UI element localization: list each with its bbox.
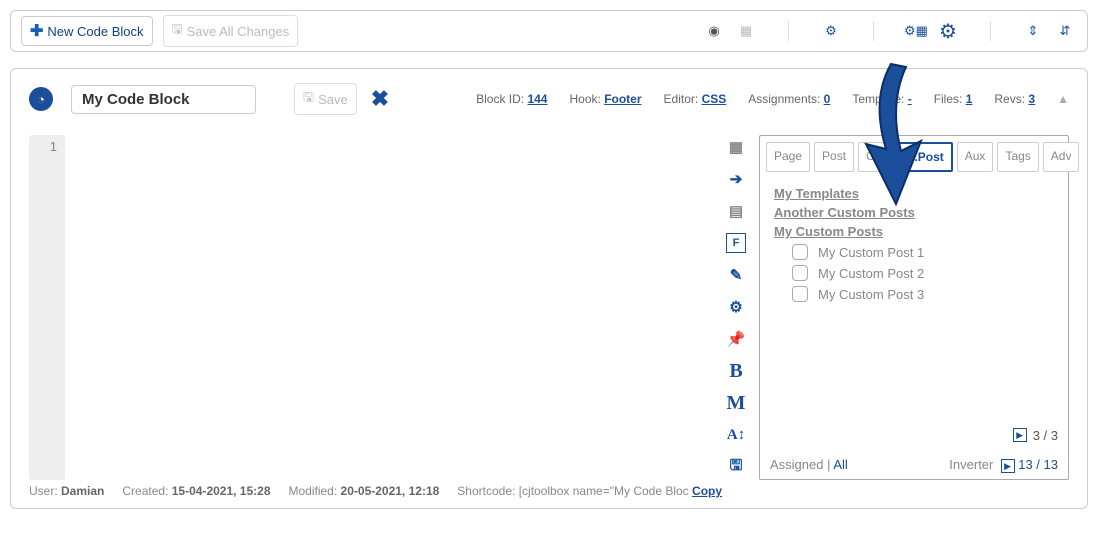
template-link[interactable]: -	[908, 92, 912, 106]
tab-aux[interactable]: Aux	[957, 142, 994, 172]
files-link[interactable]: 1	[966, 92, 973, 106]
revs-link[interactable]: 3	[1028, 92, 1035, 106]
main-toolbar: ✚New Code Block 🖫 Save All Changes ◉▦ ⚙ …	[10, 10, 1088, 52]
minify-icon[interactable]: M	[726, 393, 746, 413]
arrow-right-icon[interactable]: ➔	[726, 169, 746, 189]
template-label: Template: -	[852, 92, 911, 106]
gear-stack-icon[interactable]: ⚙	[819, 19, 843, 43]
font-size-icon[interactable]: A↕	[726, 425, 746, 445]
tab-cpost[interactable]: C.Post	[897, 142, 953, 172]
group-another-custom-posts[interactable]: Another Custom Posts	[774, 205, 1054, 220]
inverter-counter: 13 / 13	[1018, 457, 1058, 472]
plus-icon: ✚	[30, 21, 43, 41]
list-item[interactable]: My Custom Post 3	[792, 286, 1054, 302]
list-item[interactable]: My Custom Post 2	[792, 265, 1054, 281]
save-icon: 🖫	[303, 88, 314, 110]
assignments-label: Assignments: 0	[748, 92, 830, 106]
filter-links: Assigned | All	[770, 457, 848, 472]
tab-tags[interactable]: Tags	[997, 142, 1038, 172]
item-label: My Custom Post 3	[818, 287, 924, 302]
font-box-icon[interactable]: F	[726, 233, 746, 253]
all-link[interactable]: All	[833, 457, 847, 472]
group-my-templates[interactable]: My Templates	[774, 186, 1054, 201]
block-name-input[interactable]	[71, 85, 256, 114]
code-editor[interactable]: 1	[29, 135, 721, 480]
inverter-group: Inverter ▶ 13 / 13	[949, 457, 1058, 474]
editor-label: Editor: CSS	[664, 92, 727, 106]
gear-grid-icon[interactable]: ⚙▦	[904, 19, 928, 43]
block-id-label: Block ID: 144	[476, 92, 547, 106]
assignment-tabs: PagePostCatC.PostAuxTagsAdv	[760, 136, 1068, 172]
checkbox[interactable]	[792, 265, 808, 281]
inverter-label[interactable]: Inverter	[949, 457, 993, 472]
insert-row-icon[interactable]: ▦	[726, 137, 746, 157]
page-next-icon[interactable]: ▶	[1013, 428, 1027, 442]
item-label: My Custom Post 1	[818, 245, 924, 260]
tab-page[interactable]: Page	[766, 142, 810, 172]
revs-label: Revs: 3	[994, 92, 1035, 106]
files-label: Files: 1	[934, 92, 973, 106]
layout-icon[interactable]: ▦	[734, 19, 758, 43]
disk-icon[interactable]: 🖫	[726, 457, 746, 477]
pager: ▶ 3 / 3	[770, 428, 1058, 443]
editor-link[interactable]: CSS	[702, 92, 727, 106]
tab-adv[interactable]: Adv	[1043, 142, 1080, 172]
page-counter: 3 / 3	[1033, 428, 1058, 443]
close-icon[interactable]: ✖	[371, 86, 389, 112]
inverter-play-icon[interactable]: ▶	[1001, 459, 1015, 473]
pin-icon[interactable]: 📌	[726, 329, 746, 349]
block-id-link[interactable]: 144	[527, 92, 547, 106]
tab-cat[interactable]: Cat	[858, 142, 893, 172]
list-item[interactable]: My Custom Post 1	[792, 244, 1054, 260]
assignments-link[interactable]: 0	[824, 92, 831, 106]
layout-icon[interactable]: ▤	[726, 201, 746, 221]
collapse-icon[interactable]: ▲	[1057, 92, 1069, 106]
edit-icon[interactable]: ✎	[726, 265, 746, 285]
group-my-custom-posts[interactable]: My Custom Posts	[774, 224, 1054, 239]
gear-icon[interactable]: ⚙	[726, 297, 746, 317]
save-all-button[interactable]: 🖫 Save All Changes	[163, 15, 299, 47]
sort-up-icon[interactable]: ⇕	[1021, 19, 1045, 43]
bold-icon[interactable]: B	[726, 361, 746, 381]
assigned-link[interactable]: Assigned	[770, 457, 823, 472]
new-code-block-button[interactable]: ✚New Code Block	[21, 16, 153, 46]
copy-link[interactable]: Copy	[692, 484, 722, 498]
checkbox[interactable]	[792, 286, 808, 302]
code-block-panel: ◔ 🖫 Save ✖ Block ID: 144 Hook: Footer Ed…	[10, 68, 1088, 509]
item-label: My Custom Post 2	[818, 266, 924, 281]
save-button[interactable]: 🖫 Save	[294, 83, 357, 115]
sort-down-icon[interactable]: ⇵	[1053, 19, 1077, 43]
checkbox[interactable]	[792, 244, 808, 260]
assignment-panel: PagePostCatC.PostAuxTagsAdv My Templates…	[759, 135, 1069, 480]
block-logo-icon: ◔	[29, 87, 53, 111]
gear-icon[interactable]: ⚙	[936, 19, 960, 43]
editor-side-toolbar: ▦ ➔ ▤ F ✎ ⚙ 📌 B M A↕ 🖫	[721, 135, 751, 480]
globe-icon[interactable]: ◉	[702, 19, 726, 43]
line-gutter: 1	[29, 135, 65, 480]
hook-label: Hook: Footer	[569, 92, 641, 106]
tab-post[interactable]: Post	[814, 142, 854, 172]
panel-footer: User: Damian Created: 15-04-2021, 15:28 …	[29, 484, 1069, 498]
save-icon: 🖫	[172, 20, 183, 42]
hook-link[interactable]: Footer	[604, 92, 641, 106]
